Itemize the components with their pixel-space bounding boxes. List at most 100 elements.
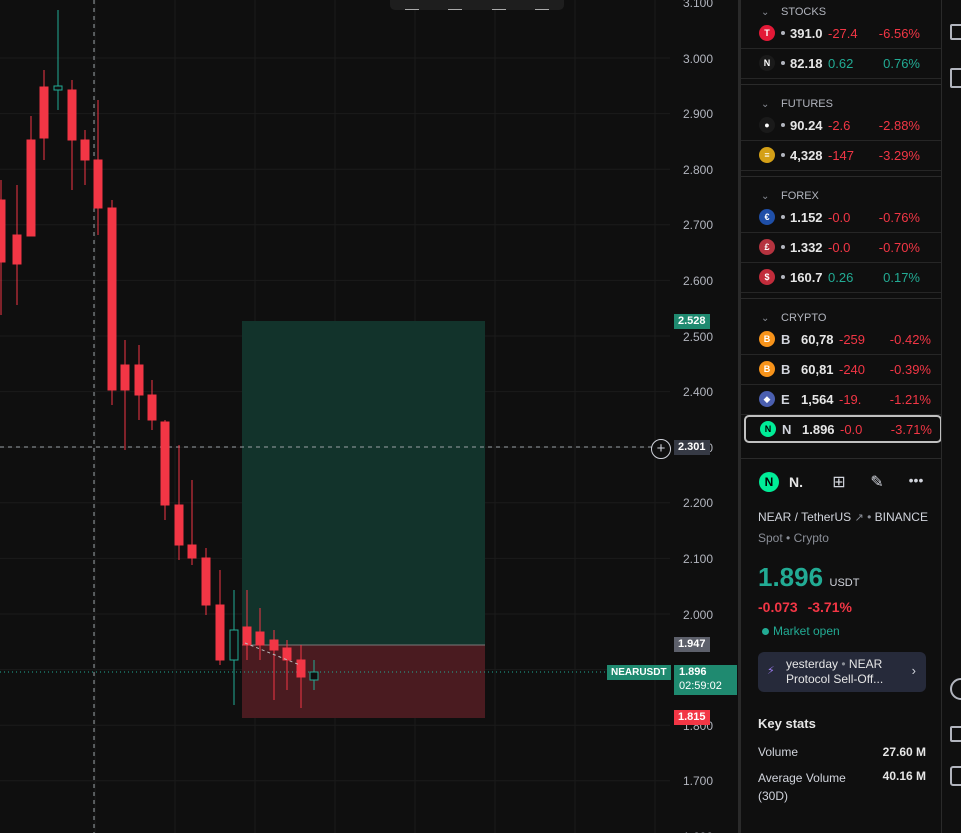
chat-icon[interactable] <box>950 726 961 742</box>
candle-body <box>269 639 279 651</box>
price-axis-label: 2.500 <box>682 329 713 344</box>
details-symbol[interactable]: N. <box>789 474 803 490</box>
stat-label: Average Volume (30D) <box>758 771 846 803</box>
gbp-usd-flag-icon: £ <box>759 239 775 255</box>
status-dot-icon <box>781 61 785 65</box>
bar-countdown: 02:59:02 <box>679 680 722 692</box>
row-change-pct: -0.76% <box>878 209 920 225</box>
target-zone <box>242 321 485 645</box>
details-change-line: -0.073 -3.71% <box>758 599 852 615</box>
chevron-down-icon: ⌄ <box>761 190 770 202</box>
watchlist-row[interactable]: B B 60,78 -259 -0.42% <box>741 324 941 355</box>
watchlist-row[interactable]: ● 90.24 -2.6 -2.88% <box>741 110 941 141</box>
add-alert-plus-icon[interactable]: + <box>651 439 671 459</box>
candle-body <box>134 364 144 396</box>
row-change-pct: 0.17% <box>883 269 920 285</box>
status-dot-icon <box>781 31 785 35</box>
row-last-price: 1,564 <box>801 391 834 407</box>
section-title: CRYPTO <box>781 312 827 324</box>
news-card[interactable]: ⚡ yesterday • NEAR Protocol Sell-Off... … <box>758 652 926 692</box>
bitcoin-icon: B <box>759 361 775 377</box>
row-last-price: 1.152 <box>790 209 823 225</box>
price-axis-label: 3.000 <box>682 51 713 66</box>
toolbar-tool-icon[interactable] <box>491 5 506 10</box>
details-currency: USDT <box>829 577 860 589</box>
row-change-pct: 0.76% <box>883 55 920 71</box>
price-axis-label: 3.100 <box>682 0 713 10</box>
row-change-pct: -3.71% <box>890 421 932 437</box>
candle-body <box>201 557 211 606</box>
watchlist-row[interactable]: €1.152 -0.0 -0.76% <box>741 202 941 233</box>
near-logo-icon: N <box>759 472 779 492</box>
details-price-line: 1.896 USDT <box>758 562 859 593</box>
chevron-right-icon: › <box>911 663 916 678</box>
chevron-down-icon: ⌄ <box>761 98 770 110</box>
status-dot-icon <box>781 275 785 279</box>
row-change-pct: -3.29% <box>878 147 920 163</box>
grid-layout-icon[interactable]: ⊞ <box>829 472 849 492</box>
status-dot-icon <box>781 153 785 157</box>
candle-body <box>296 659 306 678</box>
toolbar-tool-icon[interactable] <box>535 5 550 10</box>
candle-body <box>12 234 22 265</box>
price-chart[interactable]: 3.100 3.000 2.900 2.800 2.700 2.600 2.500 2.400… <box>0 0 740 833</box>
news-headline: Protocol Sell-Off... <box>786 672 884 686</box>
more-options-icon[interactable]: ••• <box>905 472 927 492</box>
symbol-details-panel: N N. ⊞ ✎ ••• NEAR / TetherUS ↗ • BINANCE… <box>741 458 941 833</box>
row-change-pct: -1.21% <box>889 391 931 407</box>
row-change: -0.0 <box>828 239 851 255</box>
row-symbol: B <box>781 331 791 347</box>
status-dot-icon <box>781 215 785 219</box>
edit-note-icon[interactable]: ✎ <box>867 472 887 492</box>
key-stats-title: Key stats <box>758 716 816 731</box>
stop-price-tag: 1.815 <box>674 710 710 725</box>
candle-body <box>107 207 117 391</box>
watchlist-row[interactable]: £1.332 -0.0 -0.70% <box>741 232 941 263</box>
row-last-price: 82.18 <box>790 55 823 71</box>
row-change-pct: -6.56% <box>878 25 920 41</box>
watchlist-row[interactable]: ◆ E 1,564 -19. -1.21% <box>741 384 941 415</box>
price-axis-label: 2.900 <box>682 107 713 122</box>
price-axis-label: 2.000 <box>682 607 713 622</box>
price-axis-label: 2.800 <box>682 162 713 177</box>
ethereum-icon: ◆ <box>759 391 775 407</box>
row-change: -259 <box>839 331 866 347</box>
candle-body <box>242 626 252 646</box>
section-title: STOCKS <box>781 6 827 18</box>
bitcoin-icon: B <box>759 331 775 347</box>
toolbar-tool-icon[interactable] <box>448 5 463 10</box>
status-dot-icon <box>781 123 785 127</box>
notes-icon[interactable] <box>950 68 961 88</box>
details-fullname[interactable]: NEAR / TetherUS <box>758 510 851 524</box>
market-status-text: Market open <box>773 624 840 638</box>
toolbar-tool-icon[interactable] <box>404 5 419 10</box>
drawing-toolbar[interactable] <box>390 0 564 10</box>
external-link-icon[interactable]: ↗ <box>855 512 864 524</box>
netflix-logo-icon: N <box>759 55 775 71</box>
watchlist-row[interactable]: B B 60,81 -240 -0.39% <box>741 354 941 385</box>
candle-body <box>187 544 197 559</box>
watchlist-row[interactable]: N N 1.896 -0.0 -3.71% <box>744 415 942 443</box>
watchlist-row[interactable]: ≡ 4,328 -147 -3.29% <box>741 140 941 171</box>
watchlist-row[interactable]: $160.7 0.26 0.17% <box>741 262 941 293</box>
price-axis-label: 2.700 <box>682 218 713 233</box>
calendar-icon[interactable] <box>950 24 961 40</box>
candle-body <box>67 89 77 141</box>
details-exchange: BINANCE <box>874 510 928 524</box>
row-last-price: 391.0 <box>790 25 823 41</box>
near-logo-icon: N <box>760 421 776 437</box>
row-change: -240 <box>839 361 866 377</box>
watchlist-row[interactable]: N 82.18 0.62 0.76% <box>741 48 941 79</box>
help-circle-icon[interactable] <box>950 678 961 700</box>
row-change-pct: -0.42% <box>889 331 931 347</box>
watchlist-row[interactable]: T 391.0 -27.4 -6.56% <box>741 18 941 49</box>
details-price: 1.896 <box>758 562 824 592</box>
candle-body <box>93 159 103 209</box>
notifications-icon[interactable] <box>950 766 961 786</box>
status-dot-icon <box>762 627 769 635</box>
row-change: -2.6 <box>828 117 851 133</box>
last-price-value: 1.896 <box>679 666 707 678</box>
candle-body <box>160 421 170 506</box>
row-change-pct: -0.39% <box>889 361 931 377</box>
chart-canvas[interactable] <box>0 0 740 833</box>
